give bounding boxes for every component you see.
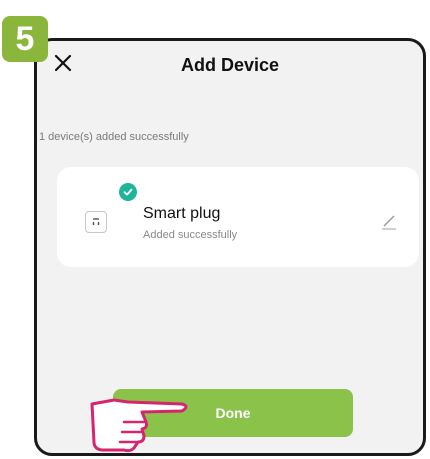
device-status: Added successfully bbox=[143, 229, 238, 241]
device-name: Smart plug bbox=[143, 205, 221, 222]
edit-name-button[interactable] bbox=[379, 211, 399, 231]
step-number-badge: 5 bbox=[2, 16, 48, 62]
success-summary: 1 device(s) added successfully bbox=[39, 131, 189, 143]
pencil-icon bbox=[382, 215, 396, 230]
header: Add Device bbox=[37, 41, 423, 89]
pointing-hand-icon bbox=[90, 398, 188, 453]
device-card[interactable]: Smart plug Added successfully bbox=[57, 167, 419, 267]
check-icon bbox=[119, 183, 137, 201]
page-title: Add Device bbox=[180, 55, 280, 75]
smart-plug-icon bbox=[85, 211, 107, 233]
